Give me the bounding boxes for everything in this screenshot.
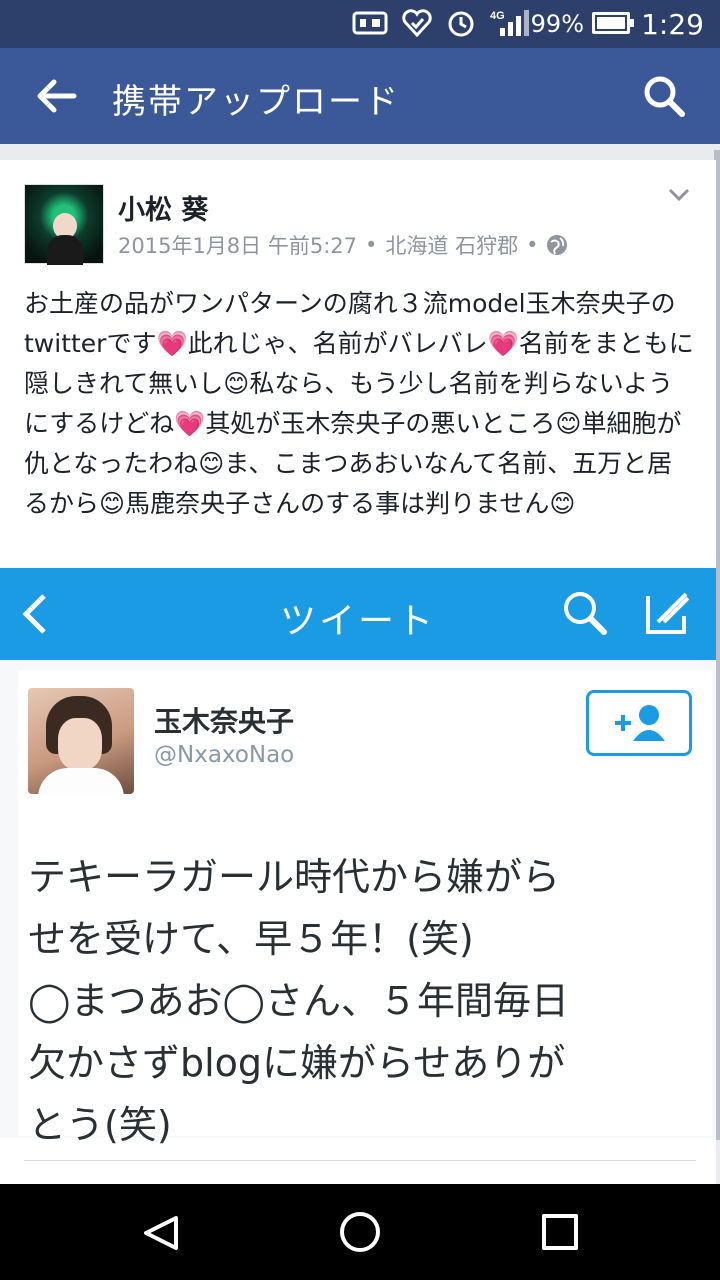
meta-separator: • xyxy=(365,233,378,257)
embedded-tweet-screenshot[interactable]: ツイート 玉木奈央子 @NxaxoNao テキーラガール時代から嫌がら せを受け… xyxy=(0,568,716,1147)
tweet-user-handle: @NxaxoNao xyxy=(154,742,295,768)
tweet-line: 欠かさずblogに嫌がらせありが xyxy=(28,1041,566,1085)
meta-separator: • xyxy=(526,233,539,257)
post-meta: 2015年1月8日 午前5:27 • 北海道 石狩郡 • xyxy=(118,230,568,260)
arrow-left-icon[interactable] xyxy=(34,76,78,116)
post-card: 小松 葵 2015年1月8日 午前5:27 • 北海道 石狩郡 • お土産の品が… xyxy=(0,160,716,1184)
search-icon xyxy=(564,592,607,635)
tweet-line: ◯まつあお◯さん、５年間毎日 xyxy=(28,979,570,1023)
battery-icon xyxy=(592,12,634,34)
status-icons: 4G xyxy=(352,8,530,38)
heart-icon xyxy=(402,9,432,37)
alarm-icon xyxy=(448,11,474,37)
author-avatar[interactable] xyxy=(24,184,104,265)
tweet-nav-title: ツイート xyxy=(279,601,436,642)
post-location[interactable]: 北海道 石狩郡 xyxy=(385,230,518,260)
network-4g-icon: 4G xyxy=(490,10,529,36)
follow-button xyxy=(586,690,692,756)
tweet-line: とう(笑) xyxy=(28,1103,172,1147)
tweet-body: 玉木奈央子 @NxaxoNao テキーラガール時代から嫌がら せを受けて、早５年… xyxy=(18,670,712,1147)
author-name[interactable]: 小松 葵 xyxy=(118,188,208,227)
tweet-line: せを受けて、早５年！(笑) xyxy=(28,917,474,961)
chevron-down-icon[interactable] xyxy=(668,188,690,202)
tweet-user-avatar xyxy=(28,688,134,794)
triangle-back-icon[interactable] xyxy=(142,1214,180,1252)
post-text: お土産の品がワンパターンの腐れ３流model玉木奈央子のtwitterです💗此れ… xyxy=(24,289,694,518)
tweet-user-name: 玉木奈央子 xyxy=(154,705,295,738)
tweet-text: テキーラガール時代から嫌がら せを受けて、早５年！(笑) ◯まつあお◯さん、５年… xyxy=(28,846,698,1156)
search-icon[interactable] xyxy=(642,74,686,118)
tweet-nav-bar: ツイート xyxy=(0,568,716,660)
add-user-icon xyxy=(615,705,665,741)
signal-icon xyxy=(352,11,388,35)
clock: 1:29 xyxy=(641,8,704,41)
circle-home-icon[interactable] xyxy=(340,1212,380,1252)
tweet-line: テキーラガール時代から嫌がら xyxy=(28,855,561,899)
app-bar: 携帯アップロード xyxy=(0,48,720,144)
globe-icon xyxy=(547,235,568,255)
divider xyxy=(24,1160,696,1161)
status-bar: 4G 99% 1:29 xyxy=(0,0,720,48)
square-recents-icon[interactable] xyxy=(542,1214,578,1250)
post-timestamp[interactable]: 2015年1月8日 午前5:27 xyxy=(118,230,357,260)
page-title: 携帯アップロード xyxy=(112,82,400,122)
compose-icon xyxy=(646,592,690,634)
svg-text:4G: 4G xyxy=(490,10,505,22)
battery-percent: 99% xyxy=(530,10,584,38)
system-nav-bar xyxy=(0,1184,720,1280)
